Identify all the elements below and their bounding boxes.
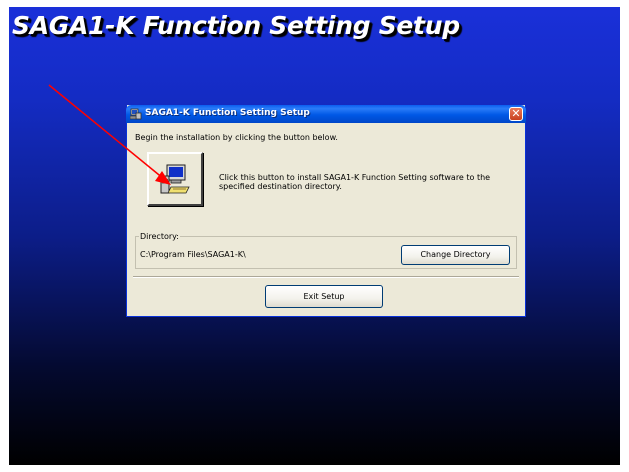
installer-background: SAGA1-K Function Setting Setup SAGA1-K F… (9, 7, 620, 465)
dialog-title: SAGA1-K Function Setting Setup (145, 108, 310, 118)
separator (133, 276, 519, 278)
close-icon: ✕ (511, 107, 521, 120)
exit-setup-button[interactable]: Exit Setup (265, 285, 383, 308)
directory-group: Directory: C:\Program Files\SAGA1-K\ Cha… (135, 232, 517, 269)
setup-computer-icon (129, 108, 142, 120)
install-description: Click this button to install SAGA1-K Fun… (219, 173, 491, 191)
computer-install-icon (160, 164, 190, 194)
install-button[interactable] (147, 152, 203, 206)
intro-text: Begin the installation by clicking the b… (135, 133, 338, 142)
directory-label: Directory: (139, 232, 180, 241)
close-button[interactable]: ✕ (509, 107, 523, 121)
dialog-titlebar[interactable]: SAGA1-K Function Setting Setup ✕ (126, 105, 526, 123)
directory-path: C:\Program Files\SAGA1-K\ (140, 250, 246, 259)
setup-dialog: SAGA1-K Function Setting Setup ✕ Begin t… (126, 105, 526, 317)
change-directory-button[interactable]: Change Directory (401, 245, 510, 265)
installer-banner-title: SAGA1-K Function Setting Setup (12, 11, 460, 40)
